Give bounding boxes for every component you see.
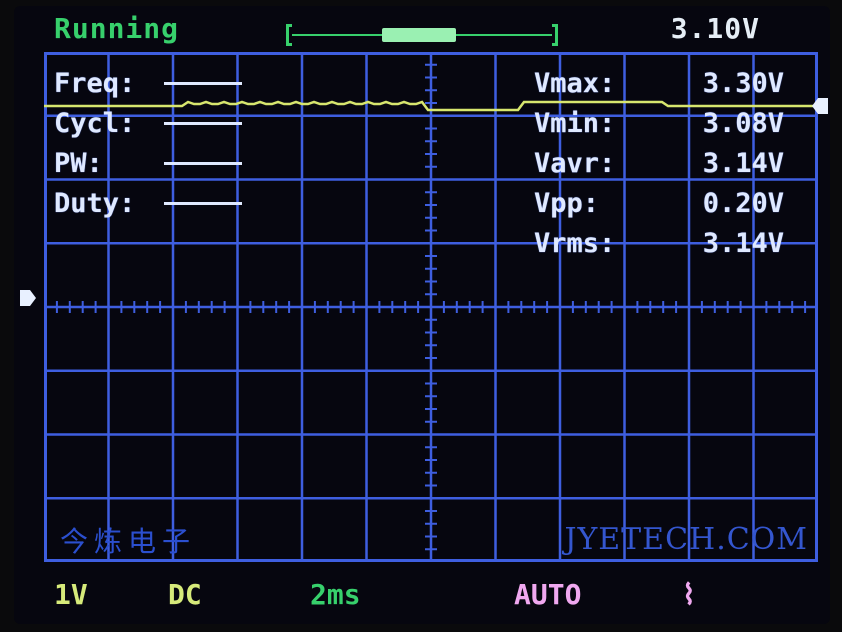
horizontal-position-scrollbar[interactable] bbox=[286, 24, 558, 46]
cycle-value bbox=[164, 122, 242, 125]
vpp-value: 0.20V bbox=[702, 188, 784, 219]
trigger-edge-icon[interactable]: ⌇ bbox=[682, 578, 696, 611]
duty-label: Duty: bbox=[54, 188, 136, 219]
oscilloscope-screen: Running 3.10V Freq: Cycl: PW: Duty: Vmax… bbox=[14, 6, 830, 624]
freq-label: Freq: bbox=[54, 68, 136, 99]
scroll-thumb[interactable] bbox=[382, 28, 456, 42]
pulse-width-label: PW: bbox=[54, 148, 103, 179]
trigger-mode[interactable]: AUTO bbox=[514, 578, 581, 611]
pulse-width-value bbox=[164, 162, 242, 165]
freq-value bbox=[164, 82, 242, 85]
vavr-value: 3.14V bbox=[702, 148, 784, 179]
vpp-label: Vpp: bbox=[534, 188, 600, 219]
brand-watermark-site: JYETECH.COM bbox=[564, 522, 808, 557]
vmin-value: 3.08V bbox=[702, 108, 784, 139]
vmax-label: Vmax: bbox=[534, 68, 616, 99]
scroll-bracket-right bbox=[552, 24, 558, 46]
coupling-mode[interactable]: DC bbox=[168, 578, 202, 611]
trigger-level-marker-icon[interactable] bbox=[812, 96, 828, 116]
run-status[interactable]: Running bbox=[54, 12, 179, 45]
cycle-label: Cycl: bbox=[54, 108, 136, 139]
timebase[interactable]: 2ms bbox=[310, 578, 361, 611]
vrms-label: Vrms: bbox=[534, 228, 616, 259]
vmax-value: 3.30V bbox=[702, 68, 784, 99]
waveform-display: Freq: Cycl: PW: Duty: Vmax: 3.30V Vmin: … bbox=[44, 52, 818, 562]
brand-watermark-cn: 今炼电子 bbox=[60, 525, 197, 558]
duty-value bbox=[164, 202, 242, 205]
vrms-value: 3.14V bbox=[702, 228, 784, 259]
volts-per-div[interactable]: 1V bbox=[54, 578, 88, 611]
vmin-label: Vmin: bbox=[534, 108, 616, 139]
ground-marker-icon[interactable] bbox=[20, 288, 36, 308]
vavr-label: Vavr: bbox=[534, 148, 616, 179]
trigger-level-readout[interactable]: 3.10V bbox=[671, 12, 760, 45]
